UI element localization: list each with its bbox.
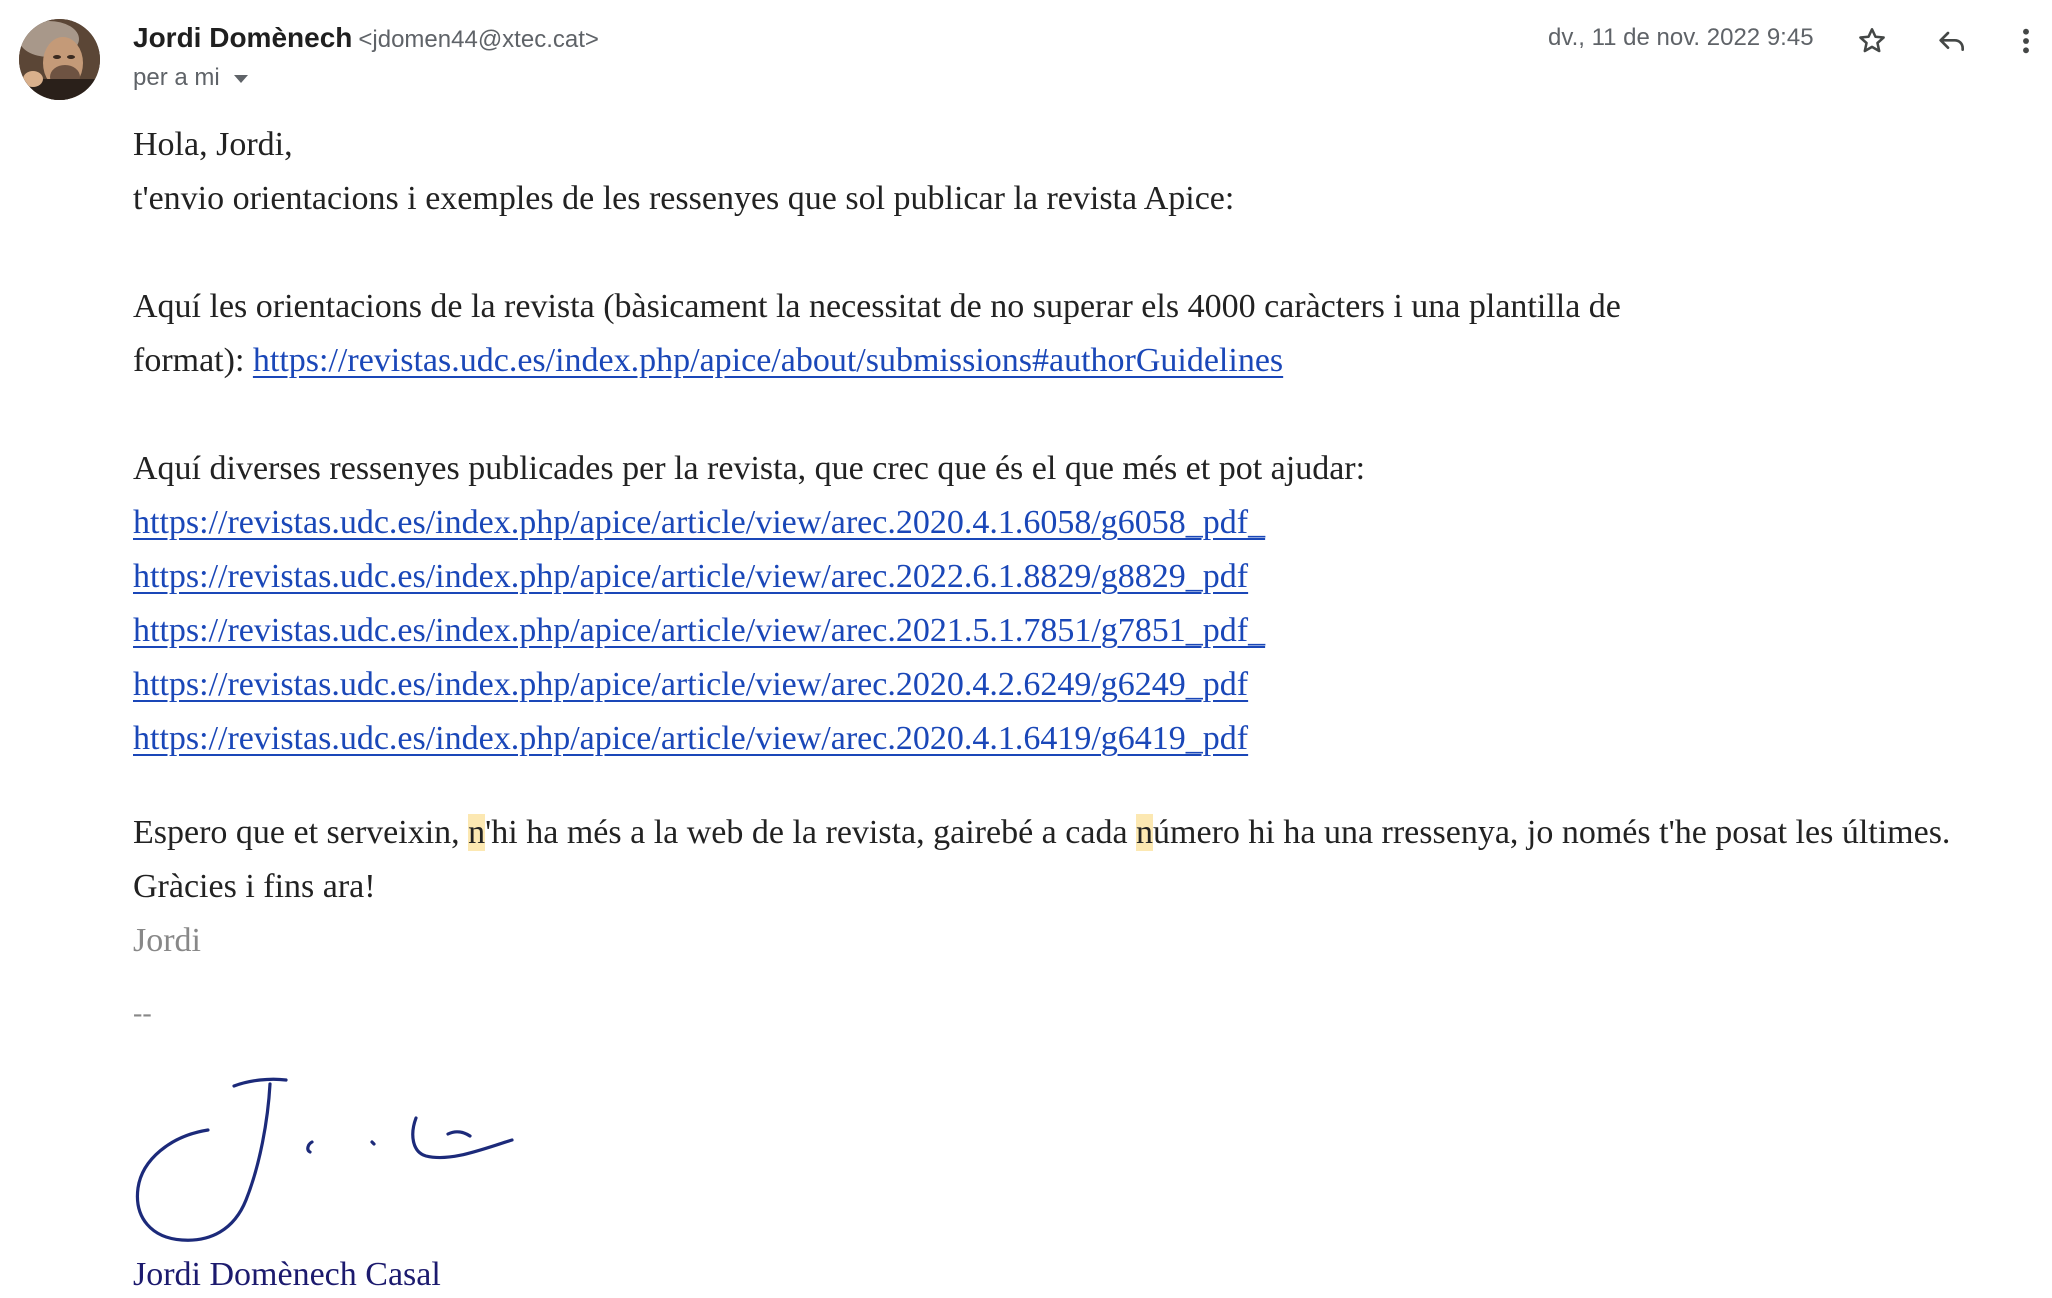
more-options-button[interactable] xyxy=(2006,17,2046,65)
star-button[interactable] xyxy=(1848,17,1896,65)
person-photo-avatar-icon xyxy=(19,19,100,100)
signature-separator: -- xyxy=(133,998,152,1029)
greeting: Hola, Jordi, xyxy=(133,126,293,163)
signature-full-name: Jordi Domènech Casal xyxy=(133,1256,441,1293)
list-item: https://revistas.udc.es/index.php/apice/… xyxy=(133,658,2033,712)
star-icon xyxy=(1859,28,1885,53)
search-highlight: n xyxy=(468,814,486,851)
reply-button[interactable] xyxy=(1928,17,1976,65)
sender-name[interactable]: Jordi Domènech xyxy=(133,22,352,53)
review-link[interactable]: https://revistas.udc.es/index.php/apice/… xyxy=(133,504,1265,541)
review-link[interactable]: https://revistas.udc.es/index.php/apice/… xyxy=(133,558,1248,595)
intro-text: t'envio orientacions i exemples de les r… xyxy=(133,180,1235,217)
thanks-text: Gràcies i fins ara! xyxy=(133,868,376,905)
sign-off: Jordi xyxy=(133,922,201,959)
reply-icon xyxy=(1939,31,1964,51)
sender-avatar[interactable] xyxy=(19,19,100,100)
closing-text: Espero que et serveixin, n'hi ha més a l… xyxy=(133,806,2033,860)
review-link[interactable]: https://revistas.udc.es/index.php/apice/… xyxy=(133,720,1248,757)
email-date: dv., 11 de nov. 2022 9:45 xyxy=(1548,24,1814,51)
handwritten-signature-image xyxy=(135,1077,514,1242)
list-item: https://revistas.udc.es/index.php/apice/… xyxy=(133,712,2033,766)
guidelines-text: Aquí les orientacions de la revista (bàs… xyxy=(133,288,1621,325)
closing-part: Espero que et serveixin, xyxy=(133,814,469,851)
recipient-dropdown[interactable]: per a mi xyxy=(133,64,248,92)
guidelines-prefix: format): xyxy=(133,342,253,379)
guidelines-line: format): https://revistas.udc.es/index.p… xyxy=(133,334,2033,388)
sender-email: <jdomen44@xtec.cat> xyxy=(358,26,599,53)
review-link[interactable]: https://revistas.udc.es/index.php/apice/… xyxy=(133,666,1248,703)
sender-line: Jordi Domènech <jdomen44@xtec.cat> xyxy=(133,22,599,54)
closing-part: úmero hi ha una rressenya, jo només t'he… xyxy=(1153,814,1951,851)
email-body: Hola, Jordi, t'envio orientacions i exem… xyxy=(133,118,2033,1034)
closing-part: 'hi ha més a la web de la revista, gaire… xyxy=(485,814,1137,851)
guidelines-link[interactable]: https://revistas.udc.es/index.php/apice/… xyxy=(253,342,1283,379)
list-item: https://revistas.udc.es/index.php/apice/… xyxy=(133,550,2033,604)
search-highlight: n xyxy=(1136,814,1154,851)
email-header: Jordi Domènech <jdomen44@xtec.cat> per a … xyxy=(0,0,2052,110)
caret-down-icon[interactable] xyxy=(233,75,248,83)
list-item: https://revistas.udc.es/index.php/apice/… xyxy=(133,604,2033,658)
review-link[interactable]: https://revistas.udc.es/index.php/apice/… xyxy=(133,612,1265,649)
reviews-intro: Aquí diverses ressenyes publicades per l… xyxy=(133,450,1366,487)
more-vert-icon xyxy=(2023,28,2029,54)
recipient-label: per a mi xyxy=(133,64,220,91)
list-item: https://revistas.udc.es/index.php/apice/… xyxy=(133,496,2033,550)
